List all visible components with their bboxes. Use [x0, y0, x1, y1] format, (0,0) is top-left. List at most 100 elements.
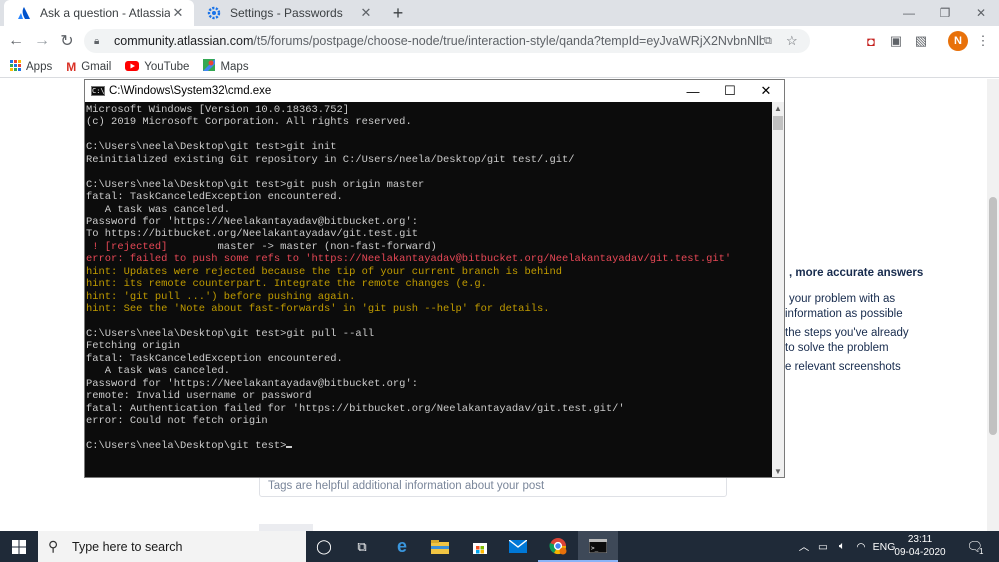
tab-settings-passwords[interactable]: Settings - Passwords ✕: [194, 0, 382, 26]
clock-date: 09-04-2020: [894, 547, 946, 558]
command-prompt-icon[interactable]: >_: [578, 531, 618, 562]
profile-avatar[interactable]: N: [948, 31, 968, 51]
console-line: fatal: TaskCanceledException encountered…: [86, 353, 772, 365]
reload-icon[interactable]: ↻: [57, 31, 77, 51]
cortana-icon[interactable]: ◯: [304, 531, 344, 562]
console-line-text: A task was canceled.: [86, 365, 231, 378]
notification-center-icon[interactable]: 🗨︎ 1: [962, 531, 988, 562]
tip-line: information as possible: [785, 308, 903, 320]
lock-icon: 🔒︎: [94, 35, 100, 47]
console-line: Password for 'https://Neelakantayadav@bi…: [86, 216, 772, 228]
rejected-tag: ! [rejected]: [86, 240, 168, 253]
tab-title: Settings - Passwords: [230, 6, 343, 20]
bookmark-maps[interactable]: Maps: [203, 59, 249, 74]
address-bar[interactable]: 🔒︎ community.atlassian.com/t5/forums/pos…: [84, 29, 810, 53]
console-line: Reinitialized existing Git repository in…: [86, 154, 772, 166]
console-line: C:\Users\neela\Desktop\git test>git pull…: [86, 328, 772, 340]
console-line-text: To https://bitbucket.org/Neelakantayadav…: [86, 228, 418, 241]
bookmark-youtube[interactable]: YouTube: [125, 60, 189, 74]
scroll-down-icon[interactable]: ▼: [772, 465, 784, 477]
console-line-text: fatal: Authentication failed for 'https:…: [86, 402, 625, 415]
console-line-text: C:\Users\neela\Desktop\git test>: [86, 439, 287, 452]
close-window-icon[interactable]: ✕: [963, 0, 999, 26]
pocket-extension-icon[interactable]: ◘: [862, 32, 880, 50]
taskbar-search-box[interactable]: ⚲ Type here to search: [38, 531, 306, 562]
console-line: error: Could not fetch origin: [86, 415, 772, 427]
cmd-maximize-icon[interactable]: ☐: [712, 80, 748, 102]
youtube-icon: [125, 60, 140, 74]
svg-text:>_: >_: [591, 545, 599, 552]
console-line: Password for 'https://Neelakantayadav@bi…: [86, 378, 772, 390]
input-language[interactable]: ENG: [872, 531, 896, 562]
extension-icon[interactable]: ▣: [887, 32, 905, 50]
cmd-window[interactable]: C:\ C:\Windows\System32\cmd.exe — ☐ ✕ Mi…: [84, 79, 785, 478]
cmd-minimize-icon[interactable]: —: [675, 80, 711, 102]
gear-icon: [206, 5, 222, 21]
minimize-icon[interactable]: —: [891, 0, 927, 26]
edge-browser-icon[interactable]: e: [382, 531, 422, 562]
console-line-text: error: failed to push some refs to 'http…: [86, 253, 732, 266]
cmd-title: C:\Windows\System32\cmd.exe: [109, 85, 272, 97]
battery-icon[interactable]: ▭: [814, 531, 832, 562]
console-line: Microsoft Windows [Version 10.0.18363.75…: [86, 104, 772, 116]
microsoft-store-icon[interactable]: [460, 531, 500, 562]
taskbar-clock[interactable]: 23:11 09-04-2020: [894, 533, 946, 559]
cmd-scrollbar-thumb[interactable]: [773, 116, 783, 130]
cmd-app-icon: C:\: [91, 86, 105, 96]
console-line-text: hint: Updates were rejected because the …: [86, 265, 563, 278]
close-tab-icon[interactable]: ✕: [358, 5, 374, 21]
cast-icon[interactable]: ⧉: [764, 35, 780, 48]
console-line-text: Microsoft Windows [Version 10.0.18363.75…: [86, 104, 350, 116]
console-line: ! [rejected] master -> master (non-fast-…: [86, 241, 772, 253]
cmd-scrollbar[interactable]: ▲ ▼: [772, 102, 784, 477]
tips-heading: , more accurate answers: [789, 267, 924, 279]
console-line: hint: 'git pull ...') before pushing aga…: [86, 291, 772, 303]
console-line-text: Password for 'https://Neelakantayadav@bi…: [86, 215, 418, 228]
console-line: fatal: Authentication failed for 'https:…: [86, 403, 772, 415]
tab-ask-question[interactable]: Ask a question - Atlassian Comm ✕: [4, 0, 194, 26]
console-line-text: Password for 'https://Neelakantayadav@bi…: [86, 377, 418, 390]
forward-arrow-icon[interactable]: →: [32, 31, 52, 51]
start-button[interactable]: [0, 531, 38, 562]
task-view-icon[interactable]: ⧉: [342, 531, 382, 562]
show-hidden-icons-chevron-icon[interactable]: ︿: [796, 531, 812, 562]
mail-icon[interactable]: [498, 531, 538, 562]
browser-toolbar: ← → ↻ 🔒︎ community.atlassian.com/t5/foru…: [0, 26, 999, 56]
rejected-detail: master -> master (non-fast-forward): [167, 240, 437, 253]
console-line: fatal: TaskCanceledException encountered…: [86, 191, 772, 203]
console-line: hint: Updates were rejected because the …: [86, 266, 772, 278]
console-line-text: Fetching origin: [86, 340, 180, 353]
close-tab-icon[interactable]: ✕: [170, 5, 186, 21]
console-line: To https://bitbucket.org/Neelakantayadav…: [86, 228, 772, 240]
page-scrollbar-thumb[interactable]: [989, 197, 997, 435]
console-line: hint: its remote counterpart. Integrate …: [86, 278, 772, 290]
cmd-close-icon[interactable]: ✕: [748, 80, 784, 102]
console-line-text: C:\Users\neela\Desktop\git test>git push…: [86, 178, 425, 191]
url-text: community.atlassian.com/t5/forums/postpa…: [114, 34, 764, 48]
new-tab-button[interactable]: +: [388, 3, 408, 23]
tip-line: to solve the problem: [785, 342, 889, 354]
search-icon: ⚲: [48, 538, 59, 554]
restore-icon[interactable]: ❐: [927, 0, 963, 26]
console-line-text: Reinitialized existing Git repository in…: [86, 153, 575, 166]
console-line-text: C:\Users\neela\Desktop\git test>git init: [86, 141, 337, 154]
chrome-icon[interactable]: [538, 531, 578, 562]
volume-icon[interactable]: 🔈︎: [834, 531, 850, 562]
back-arrow-icon[interactable]: ←: [6, 31, 26, 51]
console-output[interactable]: Microsoft Windows [Version 10.0.18363.75…: [85, 102, 772, 477]
bookmark-gmail[interactable]: M Gmail: [66, 60, 111, 74]
more-menu-icon[interactable]: ⋮: [974, 32, 992, 50]
console-line: C:\Users\neela\Desktop\git test>git init: [86, 141, 772, 153]
file-explorer-icon[interactable]: [420, 531, 460, 562]
maps-icon: [203, 59, 216, 74]
search-placeholder: Type here to search: [72, 539, 183, 554]
bookmark-apps[interactable]: Apps: [10, 59, 52, 74]
extension-icon[interactable]: ▧: [912, 32, 930, 50]
console-line: hint: See the 'Note about fast-forwards'…: [86, 303, 772, 315]
bookmark-star-icon[interactable]: ☆: [786, 33, 802, 49]
wifi-icon[interactable]: ◠: [852, 531, 870, 562]
scroll-up-icon[interactable]: ▲: [772, 102, 784, 114]
page-scrollbar[interactable]: [987, 79, 999, 531]
tip-line: your problem with as: [789, 293, 896, 305]
